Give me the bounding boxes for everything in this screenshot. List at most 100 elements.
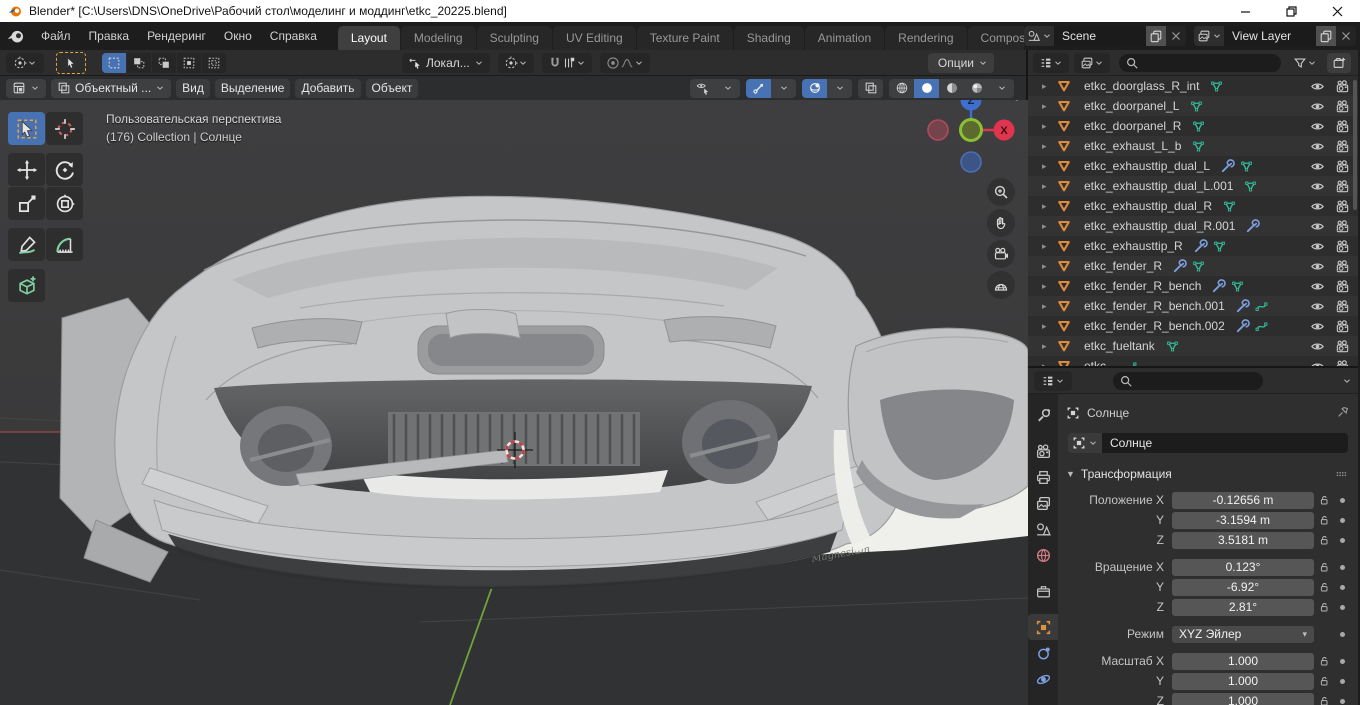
menu-Рендеринг[interactable]: Рендеринг xyxy=(138,22,215,50)
overlays-toggle[interactable] xyxy=(802,79,827,98)
menu-Правка[interactable]: Правка xyxy=(80,22,139,50)
outliner-item[interactable]: ▸ etkc_doorglass_R_int xyxy=(1028,76,1358,96)
options-dropdown[interactable]: Опции xyxy=(928,53,994,73)
workspace-tab-sculpting[interactable]: Sculpting xyxy=(477,26,552,50)
tool-annotate[interactable] xyxy=(8,228,45,261)
object-name[interactable]: etkc_ xyxy=(1084,359,1113,366)
hide-in-viewport-icon[interactable] xyxy=(1310,259,1325,274)
restore-button[interactable] xyxy=(1268,0,1314,22)
transform-orientation-dropdown[interactable]: Локал... xyxy=(402,53,490,73)
breadcrumb-object-name[interactable]: Солнце xyxy=(1087,406,1129,420)
shading-rendered-button[interactable] xyxy=(964,79,989,98)
proportional-editing-icon[interactable] xyxy=(606,56,620,70)
disclosure-triangle-icon[interactable]: ▸ xyxy=(1042,281,1056,292)
workspace-tab-uv-editing[interactable]: UV Editing xyxy=(553,26,636,50)
hide-in-viewport-icon[interactable] xyxy=(1310,79,1325,94)
disable-in-renders-icon[interactable] xyxy=(1335,99,1350,114)
lock-icon[interactable] xyxy=(1314,675,1334,687)
transform-value-field[interactable]: 3.5181 m xyxy=(1172,532,1314,549)
hide-in-viewport-icon[interactable] xyxy=(1310,239,1325,254)
select-mode-invert[interactable] xyxy=(177,53,201,73)
disable-in-renders-icon[interactable] xyxy=(1335,239,1350,254)
disclosure-triangle-icon[interactable]: ▸ xyxy=(1042,81,1056,92)
lock-icon[interactable] xyxy=(1314,655,1334,667)
transform-value-field[interactable]: -6.92° xyxy=(1172,579,1314,596)
lock-icon[interactable] xyxy=(1314,601,1334,613)
outliner-item[interactable]: ▸ etkc_doorpanel_L xyxy=(1028,96,1358,116)
show-gizmo-dropdown[interactable] xyxy=(690,79,715,98)
properties-options-chevron[interactable] xyxy=(1342,376,1352,386)
tool-scale[interactable] xyxy=(8,187,45,220)
xray-toggle[interactable] xyxy=(858,79,883,98)
disclosure-triangle-icon[interactable]: ▸ xyxy=(1042,341,1056,352)
disclosure-triangle-icon[interactable]: ▸ xyxy=(1042,321,1056,332)
disclosure-triangle-icon[interactable]: ▸ xyxy=(1042,261,1056,272)
workspace-tab-compositing[interactable]: Compositing xyxy=(968,26,1024,50)
transform-value-field[interactable]: -3.1594 m xyxy=(1172,512,1314,529)
hide-in-viewport-icon[interactable] xyxy=(1310,339,1325,354)
lock-icon[interactable] xyxy=(1314,514,1334,526)
select-mode-new[interactable] xyxy=(102,53,126,73)
lock-icon[interactable] xyxy=(1314,534,1334,546)
object-name[interactable]: etkc_exhausttip_dual_R xyxy=(1084,199,1212,213)
workspace-tab-rendering[interactable]: Rendering xyxy=(885,26,966,50)
outliner-item[interactable]: ▸ etkc_fender_R xyxy=(1028,256,1358,276)
outliner-item[interactable]: ▸ etkc_exhausttip_dual_R xyxy=(1028,196,1358,216)
zoom-button[interactable] xyxy=(987,178,1015,206)
shading-wireframe-button[interactable] xyxy=(889,79,914,98)
workspace-tab-modeling[interactable]: Modeling xyxy=(401,26,476,50)
disable-in-renders-icon[interactable] xyxy=(1335,179,1350,194)
object-name[interactable]: etkc_fueltank xyxy=(1084,339,1155,353)
disclosure-triangle-icon[interactable]: ▸ xyxy=(1042,201,1056,212)
section-expand-icon[interactable]: ▼ xyxy=(1066,469,1075,479)
outliner-item[interactable]: ▸ etkc_exhausttip_dual_L.001 xyxy=(1028,176,1358,196)
select-mode-intersect[interactable] xyxy=(202,53,226,73)
gizmo-axis-y-negative[interactable] xyxy=(961,120,982,141)
object-name[interactable]: etkc_exhausttip_dual_R.001 xyxy=(1084,219,1235,233)
shading-material-button[interactable] xyxy=(939,79,964,98)
menu-Окно[interactable]: Окно xyxy=(215,22,261,50)
hide-in-viewport-icon[interactable] xyxy=(1310,99,1325,114)
properties-tab-scene[interactable] xyxy=(1028,516,1058,542)
animate-dot[interactable] xyxy=(1334,498,1350,503)
tool-move[interactable] xyxy=(8,153,45,186)
outliner-item[interactable]: ▸ etkc_exhaust_L_b xyxy=(1028,136,1358,156)
minimize-button[interactable] xyxy=(1222,0,1268,22)
disable-in-renders-icon[interactable] xyxy=(1335,219,1350,234)
properties-tab-physics[interactable] xyxy=(1028,666,1058,692)
workspace-tab-layout[interactable]: Layout xyxy=(338,26,400,50)
view-layer-icon[interactable] xyxy=(1194,26,1224,46)
hide-in-viewport-icon[interactable] xyxy=(1310,299,1325,314)
animate-dot[interactable] xyxy=(1334,679,1350,684)
outliner-item[interactable]: ▸ etkc_exhausttip_dual_L xyxy=(1028,156,1358,176)
outliner-item[interactable]: ▸ etkc_fueltank xyxy=(1028,336,1358,356)
tool-rotate[interactable] xyxy=(46,153,83,186)
panel-grip-icon[interactable] xyxy=(1334,467,1348,481)
object-name[interactable]: etkc_doorglass_R_int xyxy=(1084,79,1199,93)
animate-dot[interactable] xyxy=(1334,518,1350,523)
outliner-search-input[interactable] xyxy=(1119,54,1281,72)
disable-in-renders-icon[interactable] xyxy=(1335,299,1350,314)
disclosure-triangle-icon[interactable]: ▸ xyxy=(1042,101,1056,112)
transform-value-field[interactable]: -0.12656 m xyxy=(1172,492,1314,509)
properties-search-input[interactable] xyxy=(1113,372,1263,390)
transform-value-field[interactable]: 1.000 xyxy=(1172,653,1314,670)
object-name[interactable]: etkc_exhausttip_R xyxy=(1084,239,1183,253)
object-name-input[interactable]: Солнце xyxy=(1102,433,1348,453)
properties-tab-object[interactable] xyxy=(1028,614,1058,640)
pan-hand-button[interactable] xyxy=(987,209,1015,237)
hide-in-viewport-icon[interactable] xyxy=(1310,179,1325,194)
gizmo-axis-z-negative[interactable] xyxy=(961,152,981,172)
hide-in-viewport-icon[interactable] xyxy=(1310,119,1325,134)
disable-in-renders-icon[interactable] xyxy=(1335,279,1350,294)
hide-in-viewport-icon[interactable] xyxy=(1310,139,1325,154)
tool-select-box[interactable] xyxy=(8,112,45,145)
object-name[interactable]: etkc_fender_R xyxy=(1084,259,1162,273)
disable-in-renders-icon[interactable] xyxy=(1335,319,1350,334)
object-name[interactable]: etkc_doorpanel_L xyxy=(1084,99,1179,113)
gizmo-axis-x-negative[interactable] xyxy=(928,120,948,140)
object-name[interactable]: etkc_fender_R_bench.002 xyxy=(1084,319,1225,333)
gizmos-chevron[interactable] xyxy=(771,79,796,98)
outliner-display-mode-dropdown[interactable] xyxy=(1033,53,1069,73)
active-tool-icon[interactable] xyxy=(56,52,86,74)
